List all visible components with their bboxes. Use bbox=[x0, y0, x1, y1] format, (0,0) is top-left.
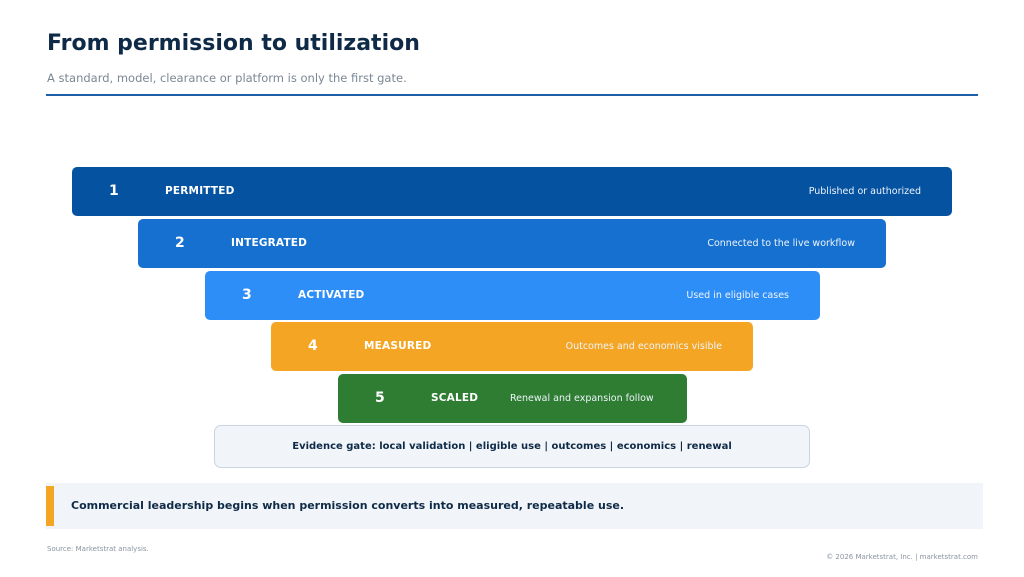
funnel-stage-measured: 4 MEASURED Outcomes and economics visibl… bbox=[271, 322, 753, 371]
stage-name: INTEGRATED bbox=[231, 237, 308, 249]
stage-number: 3 bbox=[242, 287, 252, 303]
stage-name: MEASURED bbox=[364, 340, 432, 352]
stage-number: 2 bbox=[175, 235, 185, 251]
funnel-stage-activated: 3 ACTIVATED Used in eligible cases bbox=[205, 271, 820, 320]
funnel-stage-integrated: 2 INTEGRATED Connected to the live workf… bbox=[138, 219, 886, 268]
callout-box: Commercial leadership begins when permis… bbox=[46, 483, 983, 529]
stage-description: Outcomes and economics visible bbox=[565, 341, 722, 352]
page-title: From permission to utilization bbox=[47, 31, 420, 56]
stage-name: PERMITTED bbox=[165, 185, 235, 197]
stage-name: SCALED bbox=[431, 392, 479, 404]
funnel-stage-permitted: 1 PERMITTED Published or authorized bbox=[72, 167, 952, 216]
callout-text: Commercial leadership begins when permis… bbox=[71, 499, 625, 512]
stage-description: Published or authorized bbox=[808, 186, 921, 197]
header-divider bbox=[46, 94, 978, 96]
copyright-note: © 2026 Marketstrat, Inc. | marketstrat.c… bbox=[826, 553, 978, 561]
stage-description: Renewal and expansion follow bbox=[510, 393, 654, 404]
stage-number: 1 bbox=[109, 183, 119, 199]
source-note: Source: Marketstrat analysis. bbox=[47, 545, 149, 553]
stage-description: Used in eligible cases bbox=[686, 290, 789, 301]
stage-description: Connected to the live workflow bbox=[707, 238, 855, 249]
funnel-stage-scaled: 5 SCALED Renewal and expansion follow bbox=[338, 374, 687, 423]
stage-number: 5 bbox=[375, 390, 385, 406]
page-subtitle: A standard, model, clearance or platform… bbox=[47, 71, 407, 85]
evidence-gate: Evidence gate: local validation | eligib… bbox=[214, 425, 810, 468]
stage-name: ACTIVATED bbox=[298, 289, 365, 301]
callout-accent-bar bbox=[46, 486, 54, 526]
stage-number: 4 bbox=[308, 338, 318, 354]
